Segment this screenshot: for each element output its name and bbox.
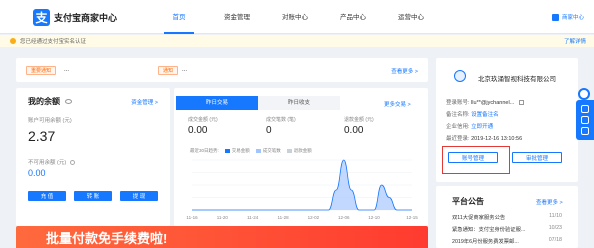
- last-login-row: 最近登录: 2019-12-16 13:10:56: [446, 136, 523, 142]
- recharge-button[interactable]: 充 值: [28, 191, 66, 201]
- company-name: 北京玖涌智视科技有限公司: [478, 76, 556, 83]
- tab-yesterday-trade[interactable]: 昨日交易: [176, 96, 258, 110]
- logo[interactable]: 支 支付宝商家中心: [33, 8, 117, 26]
- announce-more-link[interactable]: 查看更多 >: [391, 67, 418, 75]
- merchant-center-link[interactable]: 商家中心: [551, 13, 584, 21]
- tab-yesterday-income[interactable]: 昨日收支: [258, 96, 340, 110]
- announce-text-1[interactable]: ...: [64, 67, 69, 73]
- trend-chart: 11-16 11-20 11-24 11-28 12-02 12-06 12-10 12-15: [186, 159, 418, 220]
- x-tick-label: 11-20: [217, 215, 229, 220]
- alipay-logo-icon: 支: [33, 8, 50, 26]
- account-manage-button[interactable]: 账号管理: [448, 152, 498, 163]
- promo-banner[interactable]: 批量付款免手续费啦!: [16, 226, 428, 248]
- legend-swatch: [224, 149, 230, 153]
- stat-count: 成交笔数 (笔) 0: [266, 117, 296, 136]
- x-tick-label: 11-28: [277, 215, 289, 220]
- feedback-icon[interactable]: [581, 127, 589, 136]
- x-tick-label: 11-24: [247, 215, 259, 220]
- x-tick-label: 12-06: [338, 215, 350, 220]
- legend-swatch: [255, 149, 261, 153]
- platform-title: 平台公告: [452, 197, 484, 206]
- legend-refund: 退款金额: [286, 148, 312, 154]
- nav-products[interactable]: 产品中心: [324, 0, 382, 34]
- x-tick-label: 11-16: [186, 215, 198, 220]
- chart-legend: 最近30日趋势: 交易金额 成交笔数 退款金额: [190, 148, 312, 154]
- withdraw-button[interactable]: 提 现: [120, 191, 158, 201]
- legend-amount: 交易金额: [224, 148, 250, 154]
- stat-amount: 成交金额 (元) 0.00: [188, 117, 218, 136]
- announcement-item[interactable]: 紧急通知：支付宝身份验证服... 10/23: [452, 225, 562, 233]
- eye-icon[interactable]: [65, 99, 73, 105]
- nav-operations[interactable]: 运营中心: [382, 0, 440, 34]
- login-account-row: 登录账号: llu**@jychannel...: [446, 98, 524, 106]
- floating-toolbar: [576, 100, 594, 140]
- nav-home[interactable]: 首页: [150, 0, 208, 34]
- trade-tabs: 昨日交易 昨日收支: [176, 96, 340, 110]
- merchant-label: 商家中心: [561, 15, 584, 21]
- main-nav: 首页 资金管理 对账中心 产品中心 运营中心: [150, 0, 440, 34]
- verification-notice: 您已经通过支付宝实名认证 了解详情: [0, 35, 594, 47]
- important-notice-tag: 重要通知: [26, 66, 57, 75]
- legend-prefix: 最近30日趋势:: [190, 148, 219, 153]
- stat-refund: 退款金额 (元) 0.00: [344, 117, 374, 136]
- assistant-mascot-icon[interactable]: [578, 88, 590, 100]
- x-tick-label: 12-02: [308, 215, 320, 220]
- announcement-item[interactable]: 双11大促商家服务公告 11/10: [452, 213, 562, 221]
- copy-icon[interactable]: [518, 100, 524, 106]
- notice-details-link[interactable]: 了解详情: [564, 37, 586, 45]
- nav-funds[interactable]: 资金管理: [208, 0, 266, 34]
- announcement-item[interactable]: 2019年6月份服务费发票邮... 07/18: [452, 237, 562, 245]
- available-value: 2.37: [28, 128, 56, 144]
- logo-text: 支付宝商家中心: [54, 12, 118, 23]
- transfer-button[interactable]: 转 账: [74, 191, 112, 201]
- announcement-card: 重要通知 ... 通知 ... 查看更多 >: [16, 58, 428, 82]
- more-trade-link[interactable]: 更多交易 >: [384, 100, 411, 108]
- top-bar: 支 支付宝商家中心 首页 资金管理 对账中心 产品中心 运营中心 商家中心: [0, 0, 594, 34]
- message-icon[interactable]: [581, 104, 589, 113]
- x-tick-label: 12-15: [406, 215, 418, 220]
- grid-icon: [551, 13, 559, 21]
- set-remark-link[interactable]: 设置备注名: [471, 112, 499, 118]
- warning-icon: [10, 38, 16, 44]
- enterprise-credit-row: 企业信用: 立即开通: [446, 124, 494, 130]
- announce-text-2[interactable]: ...: [182, 67, 187, 73]
- balance-title: 我的余额: [28, 96, 73, 107]
- notice-text: 您已经通过支付宝实名认证: [20, 39, 87, 45]
- funds-manage-link[interactable]: 资金管理 >: [131, 98, 158, 106]
- unavailable-value: 0.00: [28, 168, 46, 178]
- legend-swatch: [286, 149, 292, 153]
- balance-card: 我的余额 资金管理 > 账户可用余额 (元) 2.37 不可用余额 (元) 0.…: [16, 88, 170, 226]
- unavailable-label: 不可用余额 (元): [28, 158, 75, 166]
- company-avatar: [454, 70, 466, 82]
- remark-row: 备注名称: 设置备注名: [446, 112, 499, 118]
- enable-now-link[interactable]: 立即开通: [471, 124, 493, 130]
- x-tick-label: 12-10: [368, 215, 380, 220]
- available-label: 账户可用余额 (元): [28, 118, 72, 124]
- nav-reconciliation[interactable]: 对账中心: [266, 0, 324, 34]
- info-icon[interactable]: [69, 160, 75, 166]
- legend-count: 成交笔数: [255, 148, 281, 154]
- platform-more-link[interactable]: 查看更多 >: [536, 198, 563, 206]
- service-icon[interactable]: [581, 115, 589, 124]
- notice-tag: 通知: [158, 66, 179, 75]
- approval-manage-button[interactable]: 审批管理: [512, 152, 562, 163]
